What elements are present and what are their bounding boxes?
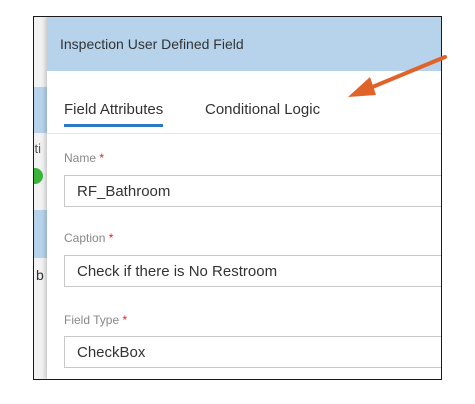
caption-field-label: Caption *	[64, 231, 113, 245]
background-page: cti b	[34, 17, 47, 379]
background-header-block	[34, 87, 47, 133]
required-marker: *	[122, 313, 128, 327]
field-type-label: Field Type *	[64, 313, 127, 327]
background-text-fragment-2: b	[36, 267, 44, 283]
background-text-fragment: cti	[34, 141, 41, 156]
field-type-label-text: Field Type	[64, 313, 120, 327]
name-field-label: Name *	[64, 151, 104, 165]
check-circle-icon	[34, 168, 43, 184]
caption-input[interactable]: Check if there is No Restroom	[64, 255, 441, 287]
caption-label-text: Caption	[64, 231, 106, 245]
tab-field-attributes[interactable]: Field Attributes	[64, 101, 164, 127]
tab-conditional-logic[interactable]: Conditional Logic	[205, 101, 320, 124]
arrow-annotation-icon	[348, 55, 447, 97]
name-label-text: Name	[64, 151, 97, 165]
required-marker: *	[99, 151, 105, 165]
name-input[interactable]: RF_Bathroom	[64, 175, 441, 207]
field-type-select[interactable]: CheckBox	[64, 336, 441, 368]
background-header-block-2	[34, 210, 47, 258]
required-marker: *	[108, 231, 114, 245]
